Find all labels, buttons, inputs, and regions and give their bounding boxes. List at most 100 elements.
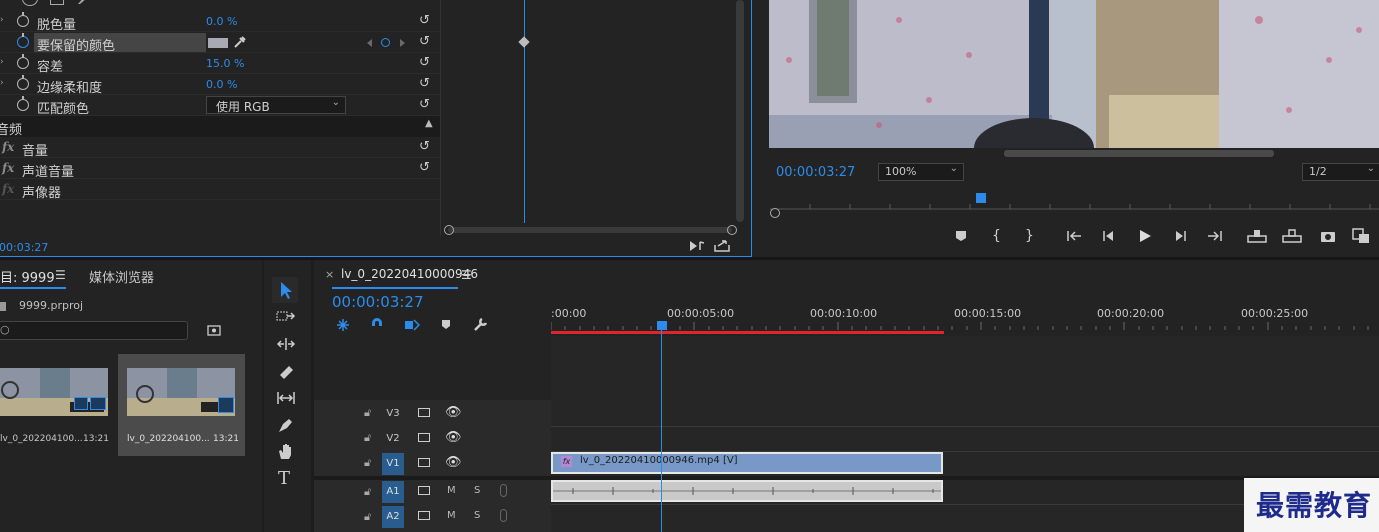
effect-timecode[interactable]: 00:03:27 bbox=[0, 241, 48, 254]
collapse-up-icon[interactable]: ▲ bbox=[425, 118, 433, 129]
stopwatch-icon[interactable] bbox=[17, 54, 29, 69]
sync-lock-icon[interactable] bbox=[418, 486, 430, 495]
lock-icon[interactable]: 🔓︎ bbox=[364, 431, 371, 445]
expand-arrow-icon[interactable]: › bbox=[0, 15, 4, 25]
sync-lock-icon[interactable] bbox=[418, 511, 430, 520]
stopwatch-active-icon[interactable] bbox=[17, 33, 29, 48]
eye-icon[interactable]: 👁︎ bbox=[445, 430, 462, 445]
tab-project[interactable]: 目: 9999 bbox=[0, 267, 55, 286]
effect-row-edge-softness[interactable]: › 边缘柔和度 0.0 % ↺ bbox=[0, 74, 440, 96]
resolution-dropdown[interactable]: 1/2 ⌄ bbox=[1302, 163, 1379, 181]
export-frame-icon[interactable] bbox=[1320, 229, 1336, 243]
track-select-tool-icon[interactable] bbox=[276, 309, 296, 323]
reset-icon[interactable]: ↺ bbox=[419, 55, 430, 70]
eye-icon[interactable]: 👁︎ bbox=[445, 455, 462, 470]
match-color-dropdown[interactable]: 使用 RGB ⌄ bbox=[206, 96, 346, 114]
track-header-v2[interactable]: 🔓︎ V2 👁︎ bbox=[314, 427, 551, 451]
mask-rectangle-icon[interactable] bbox=[50, 0, 64, 5]
audio-clip[interactable] bbox=[551, 480, 943, 502]
selection-tool[interactable] bbox=[272, 277, 298, 303]
monitor-scroll-handle[interactable] bbox=[770, 208, 780, 218]
scroll-handle-left[interactable] bbox=[444, 225, 454, 235]
button-editor-icon[interactable] bbox=[1352, 228, 1370, 244]
track-header-a1[interactable]: 🔓︎ A1 M S bbox=[314, 480, 551, 504]
step-back-icon[interactable] bbox=[1102, 230, 1116, 242]
decolor-value[interactable]: 0.0 % bbox=[206, 15, 237, 28]
extract-icon[interactable] bbox=[1282, 229, 1302, 243]
work-area-bar[interactable] bbox=[551, 331, 944, 334]
voiceover-mic-icon[interactable] bbox=[500, 484, 507, 497]
fx-icon[interactable]: fx bbox=[2, 140, 14, 154]
add-marker-icon[interactable] bbox=[955, 230, 967, 242]
track-header-v3[interactable]: 🔓︎ V3 👁︎ bbox=[314, 402, 551, 426]
effect-row-match-color[interactable]: 匹配颜色 使用 RGB ⌄ ↺ bbox=[0, 95, 440, 117]
search-input[interactable]: ○ bbox=[0, 321, 188, 340]
reset-icon[interactable]: ↺ bbox=[419, 76, 430, 91]
tab-media-browser[interactable]: 媒体浏览器 bbox=[89, 267, 154, 286]
zoom-dropdown[interactable]: 100% ⌄ bbox=[878, 163, 964, 181]
go-to-out-icon[interactable] bbox=[1206, 230, 1222, 242]
sequence-tab[interactable]: lv_0_20220410000946 bbox=[341, 267, 478, 281]
audio-section-header[interactable]: 音频 ▲ bbox=[0, 116, 440, 138]
play-icon[interactable] bbox=[1138, 229, 1152, 243]
add-keyframe-icon[interactable] bbox=[381, 38, 390, 47]
ripple-edit-tool-icon[interactable] bbox=[276, 337, 296, 351]
hand-tool-icon[interactable] bbox=[277, 442, 295, 460]
add-marker-icon[interactable] bbox=[441, 319, 451, 330]
video-clip[interactable]: fx lv_0_20220410000946.mp4 [V] bbox=[551, 452, 943, 474]
expand-arrow-icon[interactable]: › bbox=[0, 78, 4, 88]
solo-button[interactable]: S bbox=[474, 485, 480, 496]
export-icon[interactable] bbox=[714, 240, 730, 252]
lock-icon[interactable]: 🔓︎ bbox=[364, 406, 371, 420]
mark-out-icon[interactable]: } bbox=[1025, 228, 1034, 244]
mark-in-icon[interactable]: { bbox=[992, 228, 1001, 244]
lock-icon[interactable]: 🔓︎ bbox=[364, 510, 371, 524]
audio-row-volume[interactable]: fx 音量 ↺ bbox=[0, 137, 440, 159]
voiceover-mic-icon[interactable] bbox=[500, 509, 507, 522]
prev-keyframe-icon[interactable] bbox=[366, 38, 374, 48]
mute-button[interactable]: M bbox=[447, 510, 456, 521]
monitor-timecode[interactable]: 00:00:03:27 bbox=[776, 165, 855, 180]
color-swatch[interactable] bbox=[208, 38, 228, 48]
sync-lock-icon[interactable] bbox=[418, 433, 430, 442]
stopwatch-icon[interactable] bbox=[17, 12, 29, 27]
eyedropper-icon[interactable] bbox=[233, 35, 247, 49]
keyframe-marker[interactable] bbox=[518, 36, 530, 48]
wrench-icon[interactable] bbox=[472, 317, 488, 333]
lock-icon[interactable]: 🔓︎ bbox=[364, 485, 371, 499]
track-target-v1[interactable]: V1 bbox=[382, 453, 404, 475]
slip-tool-icon[interactable] bbox=[276, 391, 296, 405]
track-target-a2[interactable]: A2 bbox=[382, 506, 404, 528]
solo-button[interactable]: S bbox=[474, 510, 480, 521]
clip-thumbnail-item[interactable]: lv_0_202204100... 13:21 bbox=[0, 354, 117, 456]
mask-pen-icon[interactable] bbox=[76, 0, 88, 5]
monitor-time-ruler[interactable] bbox=[770, 196, 1379, 210]
reset-icon[interactable]: ↺ bbox=[419, 160, 430, 175]
monitor-scrollbar[interactable] bbox=[1004, 150, 1274, 157]
fx-icon[interactable]: fx bbox=[2, 161, 14, 175]
track-target-a1[interactable]: A1 bbox=[382, 481, 404, 503]
panel-menu-icon[interactable]: ☰ bbox=[461, 268, 472, 282]
type-tool-icon[interactable]: T bbox=[278, 468, 290, 489]
next-keyframe-icon[interactable] bbox=[398, 38, 406, 48]
mute-button[interactable]: M bbox=[447, 485, 456, 496]
stopwatch-icon[interactable] bbox=[17, 75, 29, 90]
lock-icon[interactable]: 🔓︎ bbox=[364, 456, 371, 470]
stopwatch-icon[interactable] bbox=[17, 96, 29, 111]
audio-row-channel-volume[interactable]: fx 声道音量 ↺ bbox=[0, 158, 440, 180]
razor-tool-icon[interactable] bbox=[277, 363, 295, 379]
reset-icon[interactable]: ↺ bbox=[419, 34, 430, 49]
step-forward-icon[interactable] bbox=[1173, 230, 1187, 242]
mask-ellipse-icon[interactable] bbox=[22, 0, 38, 6]
play-audio-icon[interactable] bbox=[689, 240, 705, 252]
nest-sequence-icon[interactable] bbox=[336, 318, 350, 332]
snap-magnet-icon[interactable] bbox=[370, 318, 384, 332]
go-to-in-icon[interactable] bbox=[1067, 230, 1083, 242]
timeline-playhead-handle[interactable] bbox=[657, 321, 667, 330]
reset-icon[interactable]: ↺ bbox=[419, 97, 430, 112]
lift-icon[interactable] bbox=[1247, 229, 1267, 243]
close-tab-icon[interactable]: × bbox=[325, 268, 334, 281]
panel-menu-icon[interactable]: ☰ bbox=[55, 268, 66, 282]
new-bin-icon[interactable] bbox=[207, 324, 221, 336]
video-frame[interactable] bbox=[769, 0, 1379, 148]
